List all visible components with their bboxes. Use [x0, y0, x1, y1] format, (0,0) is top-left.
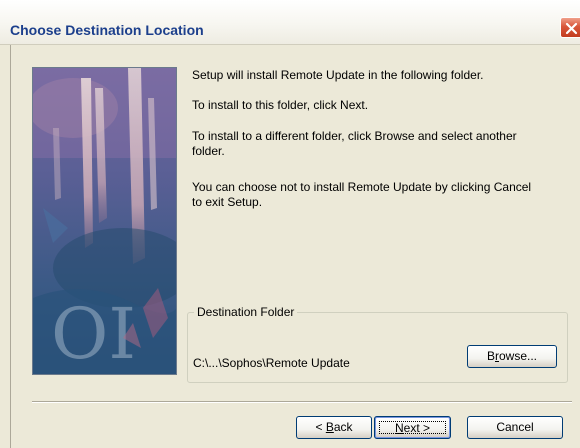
destination-folder-label: Destination Folder: [194, 305, 298, 319]
setup-dialog: Choose Destination Location OI Setup wil…: [0, 0, 580, 448]
browse-button[interactable]: Browse...: [467, 345, 557, 368]
cancel-button[interactable]: Cancel: [467, 416, 563, 439]
next-instruction-text: To install to this folder, click Next.: [192, 98, 369, 112]
abstract-artwork: OI: [33, 68, 176, 375]
cancel-instruction-text-line2: to exit Setup.: [192, 195, 263, 209]
browse-instruction-text-line2: folder.: [192, 144, 225, 158]
back-button[interactable]: < Back: [296, 416, 372, 439]
close-x-icon: [565, 22, 578, 35]
button-separator: [32, 401, 572, 403]
focus-ring: [379, 421, 446, 434]
setup-side-image: OI: [32, 67, 177, 375]
cancel-instruction-text-line1: You can choose not to install Remote Upd…: [192, 180, 532, 194]
next-button[interactable]: Next >: [374, 416, 451, 439]
window-title: Choose Destination Location: [10, 22, 204, 38]
destination-path-text: C:\...\Sophos\Remote Update: [193, 356, 350, 370]
browse-instruction-text-line1: To install to a different folder, click …: [192, 129, 517, 143]
svg-text:OI: OI: [51, 293, 136, 375]
close-button[interactable]: [560, 17, 580, 38]
intro-text: Setup will install Remote Update in the …: [192, 68, 484, 82]
title-bar[interactable]: Choose Destination Location: [0, 0, 580, 45]
